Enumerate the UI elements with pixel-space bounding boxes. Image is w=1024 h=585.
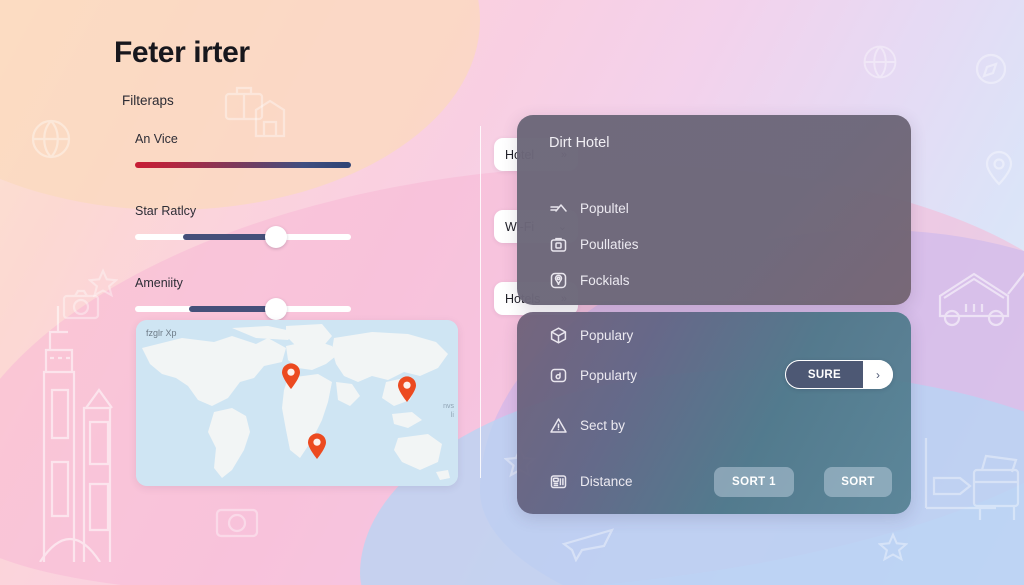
- card-row-populary[interactable]: Populary: [549, 326, 633, 345]
- home-arrow-icon: [549, 199, 568, 218]
- sort-options-card: Populary Popularty Sect by Distance SURE…: [517, 312, 911, 514]
- camper-van-icon: [938, 271, 1024, 327]
- pin-asia[interactable]: [397, 376, 417, 403]
- vertical-divider: [480, 126, 482, 478]
- slider-gradient-track[interactable]: [135, 162, 351, 168]
- slider-star-ratlcy[interactable]: [135, 226, 351, 248]
- box-cube-icon: [549, 326, 568, 345]
- calculator-icon: [549, 472, 568, 491]
- warning-triangle-icon: [549, 416, 568, 435]
- filter-row-an-vice: An Vice Hotel »: [135, 132, 578, 180]
- card-row-label: Sect by: [580, 418, 626, 433]
- slider-thumb[interactable]: [264, 298, 287, 320]
- card-row-fockials[interactable]: Fockials: [549, 271, 630, 290]
- sort-button[interactable]: SORT: [824, 467, 892, 497]
- map-card[interactable]: fzglr Xp nvs li: [136, 320, 458, 486]
- card-row-popultel[interactable]: Popultel: [549, 199, 629, 218]
- luggage-cart-icon: [924, 438, 1020, 520]
- map-label: fzglr Xp: [146, 328, 177, 338]
- hotel-info-card: Dirt Hotel Popultel Poullaties Fockials: [517, 115, 911, 305]
- slider-ameniity[interactable]: [135, 298, 351, 320]
- card-row-poullaties[interactable]: Poullaties: [549, 235, 639, 254]
- section-subtitle: Filteraps: [122, 93, 174, 108]
- star-icon-3: [878, 532, 908, 562]
- camera-icon: [62, 289, 100, 320]
- card-row-label: Popultel: [580, 201, 629, 216]
- airplane-icon: [561, 528, 615, 562]
- slider-an-vice[interactable]: [135, 156, 351, 174]
- chevron-right-icon[interactable]: ›: [863, 360, 893, 389]
- globe-icon-2: [863, 45, 897, 79]
- filter-row-ameniity: Ameniity Hotels »: [135, 276, 578, 324]
- card-row-popularty[interactable]: Popularty: [549, 366, 637, 385]
- card-row-label: Popularty: [580, 368, 638, 383]
- card-title: Dirt Hotel: [549, 135, 610, 151]
- map-pin-square-icon: [549, 271, 568, 290]
- ticket-square-icon: [549, 366, 568, 385]
- filter-label: An Vice: [135, 132, 178, 146]
- card-row-label: Distance: [580, 474, 633, 489]
- slider-thumb[interactable]: [264, 226, 287, 248]
- card-row-label: Populary: [580, 328, 634, 343]
- pin-africa[interactable]: [307, 433, 327, 460]
- card-row-label: Fockials: [580, 273, 630, 288]
- compass-icon: [975, 53, 1007, 85]
- location-pin-icon: [985, 150, 1013, 186]
- sure-label[interactable]: SURE: [784, 360, 863, 389]
- map-attribution: nvs li: [443, 403, 454, 420]
- slider-fill: [182, 234, 278, 240]
- sort-1-button[interactable]: SORT 1: [714, 467, 794, 497]
- tower-landmark-icon: [39, 306, 113, 562]
- filter-label: Ameniity: [135, 276, 183, 290]
- filters-panel: Feter irter Filteraps An Vice Hotel » St…: [114, 36, 578, 324]
- globe-icon: [31, 119, 71, 159]
- filter-row-star-ratlcy: Star Ratlcy Wi-Fi ⌄: [135, 204, 578, 252]
- camera-icon-2: [215, 508, 259, 538]
- app-root: Feter irter Filteraps An Vice Hotel » St…: [0, 0, 1024, 585]
- pin-europe[interactable]: [281, 363, 301, 390]
- filter-label: Star Ratlcy: [135, 204, 197, 218]
- card-row-distance[interactable]: Distance: [549, 472, 633, 491]
- briefcase-icon: [549, 235, 568, 254]
- card-row-label: Poullaties: [580, 237, 639, 252]
- card-row-sect-by[interactable]: Sect by: [549, 416, 625, 435]
- page-title: Feter irter: [114, 36, 250, 69]
- sure-toggle-button[interactable]: SURE ›: [784, 360, 893, 389]
